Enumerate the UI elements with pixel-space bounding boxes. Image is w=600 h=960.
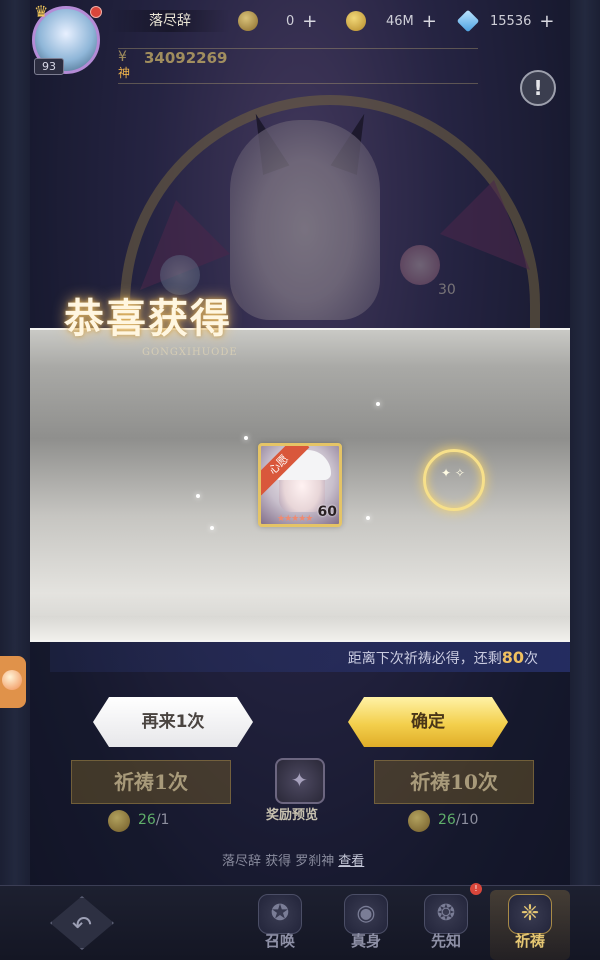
pray-once-cost: 26/1: [138, 812, 169, 828]
pity-count: 80: [501, 648, 524, 667]
resource-value: 0: [286, 13, 295, 29]
token-cost: /1: [155, 812, 170, 828]
add-gold-button[interactable]: +: [422, 11, 437, 32]
pray-ten-button[interactable]: 祈祷10次: [374, 760, 534, 804]
info-button[interactable]: !: [520, 70, 556, 106]
peach-icon: [2, 670, 22, 690]
nav-item-true-form[interactable]: ◉ 真身: [326, 890, 406, 960]
player-name: 落尽辞: [110, 10, 230, 32]
top-bar: ♛ 93 落尽辞 0 + 46M + 15536 + ¥ 34092269 神: [0, 0, 600, 90]
reward-preview-label[interactable]: 奖励预览: [266, 804, 318, 823]
resource-value: 15536: [490, 13, 532, 29]
pray-token-icon: [108, 810, 130, 832]
add-diamond-button[interactable]: +: [539, 11, 554, 32]
pity-prefix: 距离下次祈祷必得，还剩: [347, 651, 502, 667]
pray-ten-cost: 26/10: [438, 812, 478, 828]
pity-text: 距离下次祈祷必得，还剩80次: [348, 648, 538, 668]
nav-label: 先知: [430, 932, 461, 950]
resource-gold: 46M +: [346, 10, 437, 32]
nav-item-summon[interactable]: ✪ 召唤: [240, 890, 320, 960]
pity-strip: 距离下次祈祷必得，还剩80次: [50, 642, 570, 672]
gold-coin-icon: [346, 11, 366, 31]
prophet-icon: ❂: [424, 894, 468, 934]
news-ticker: 落尽辞 获得 罗刹神 查看: [222, 850, 364, 869]
resource-value: 46M: [386, 13, 414, 29]
pity-suffix: 次: [524, 651, 538, 667]
avatar-notification-dot: [90, 6, 102, 18]
player-level-badge: 93: [34, 58, 64, 75]
sparkle-icon: ✦ ✧: [441, 466, 465, 480]
power-prefix: ¥: [118, 49, 127, 65]
back-button[interactable]: ↶: [50, 896, 114, 950]
token-cost: /10: [455, 812, 479, 828]
pray-once-button[interactable]: 祈祷1次: [71, 760, 231, 804]
pray-icon: ❈: [508, 894, 552, 934]
power-value: 34092269: [144, 49, 228, 67]
nav-item-pray[interactable]: ❈ 祈祷: [490, 890, 570, 960]
tier-label: 神: [118, 66, 131, 80]
sparkle: [196, 494, 200, 498]
side-event-tab[interactable]: [0, 656, 26, 708]
confirm-button[interactable]: 确定: [348, 697, 508, 747]
nav-label: 召唤: [264, 932, 295, 950]
nav-item-prophet[interactable]: ❂ 先知: [406, 890, 486, 960]
pray-token-icon: [408, 810, 430, 832]
sparkle: [366, 516, 370, 520]
draw-again-button[interactable]: 再来1次: [93, 697, 253, 747]
congrats-title: 恭喜获得: [64, 295, 232, 342]
nav-label: 真身: [350, 932, 381, 950]
back-arrow-icon: ↶: [71, 911, 93, 939]
news-text: 落尽辞 获得 罗刹神: [222, 854, 335, 869]
token-have: 26: [438, 812, 456, 828]
view-link[interactable]: 查看: [338, 854, 364, 869]
summon-icon: ✪: [258, 894, 302, 934]
game-screen: 30 ♛ 93 落尽辞 0 + 46M + 15536 + ¥ 34092269…: [0, 0, 600, 960]
reward-preview-icon[interactable]: [275, 758, 325, 804]
hero-level: 60: [317, 504, 337, 520]
hero-stars: ★★★★★: [277, 514, 313, 524]
prophet-notification-dot: !: [470, 883, 482, 895]
crown-icon: ♛: [34, 2, 49, 21]
glow-ring-effect: [423, 449, 485, 511]
currency-a-icon: [238, 11, 258, 31]
sparkle: [376, 402, 380, 406]
add-currency-a-button[interactable]: +: [302, 11, 317, 32]
diamond-icon: [456, 9, 480, 33]
resource-currency-a: 0 +: [238, 10, 317, 32]
token-have: 26: [138, 812, 156, 828]
nav-label: 祈祷: [514, 932, 545, 950]
resource-diamond: 15536 +: [456, 9, 554, 33]
congrats-subtitle: GONGXIHUODE: [142, 347, 238, 358]
sparkle: [244, 436, 248, 440]
reward-hero-card[interactable]: 心愿 60 ★★★★★: [258, 443, 342, 527]
power-row: ¥ 34092269 神: [118, 48, 478, 84]
sparkle: [210, 526, 214, 530]
true-form-icon: ◉: [344, 894, 388, 934]
bottom-nav: ↶ ✪ 召唤 ◉ 真身 ❂ 先知 ❈ 祈祷: [0, 885, 600, 960]
